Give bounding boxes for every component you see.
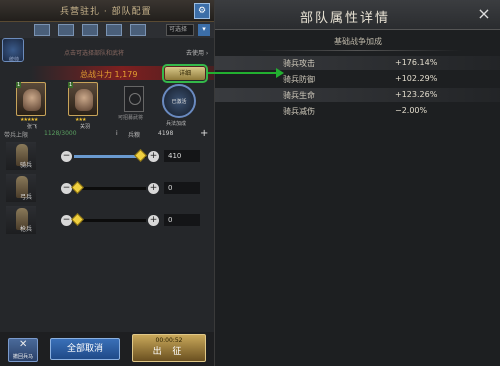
- tab-5[interactable]: [130, 24, 146, 36]
- hero-portrait: [75, 89, 93, 111]
- stat-name: 骑兵攻击: [283, 59, 315, 68]
- orb-text: 已激活: [171, 99, 187, 105]
- filter-select[interactable]: 可选择: [166, 24, 194, 36]
- march-time: 00:00:52: [155, 337, 183, 344]
- info-icon[interactable]: i: [116, 130, 118, 137]
- power-value: 1,179: [114, 70, 138, 79]
- stat-row: 骑兵生命 +123.26%: [215, 88, 500, 102]
- cancel-all-button[interactable]: 全部取消: [50, 338, 120, 360]
- minus-button[interactable]: −: [61, 215, 72, 226]
- section-title: 基础战争加成: [334, 37, 382, 46]
- troop-name: 弓兵: [20, 194, 33, 201]
- troop-limit-count: 1128/3000: [44, 130, 77, 137]
- troop-name: 骑兵: [20, 162, 33, 169]
- stat-row: 骑兵攻击 +176.14%: [215, 56, 500, 70]
- troop-slider[interactable]: [70, 213, 146, 226]
- troop-limit-label: 带兵上限: [4, 132, 29, 139]
- panel-title: 兵营驻扎 · 部队配置: [60, 7, 152, 17]
- food-value: 4198: [158, 130, 174, 137]
- hero-level: 1: [68, 82, 74, 88]
- stat-value: +176.14%: [395, 58, 438, 67]
- empty-slot-label: 可招募武将: [118, 115, 144, 121]
- detail-header: 部队属性详情 ×: [215, 0, 500, 30]
- tab-1[interactable]: [34, 24, 50, 36]
- troop-slider[interactable]: [70, 181, 146, 194]
- hero-card[interactable]: 1: [68, 82, 98, 116]
- troop-unit-image[interactable]: 骑兵: [6, 142, 36, 170]
- hero-level: 1: [16, 82, 22, 88]
- hero-name: 张飞: [27, 124, 38, 130]
- annotation-arrow: [208, 72, 280, 74]
- tab-3[interactable]: [82, 24, 98, 36]
- minus-button[interactable]: −: [61, 183, 72, 194]
- hero-portrait: [23, 89, 41, 111]
- slider-knob[interactable]: [134, 149, 147, 162]
- stat-value: +123.26%: [395, 90, 438, 99]
- stat-name: 骑兵生命: [283, 91, 315, 100]
- troop-slider[interactable]: [74, 149, 147, 162]
- detail-title: 部队属性详情: [299, 11, 390, 26]
- hero-name: 关羽: [80, 124, 91, 130]
- troop-config-panel: 兵营驻扎 · 部队配置 ⚙ 可选择 ▾ 统帅 点击可选择部队和武将 去使用 › …: [0, 0, 214, 366]
- troop-row: 骑兵 − + 410: [0, 142, 214, 172]
- troop-count-input[interactable]: 0: [164, 182, 200, 194]
- emblem-icon: [129, 93, 141, 105]
- attribute-detail-panel: 部队属性详情 × 基础战争加成 骑兵攻击 +176.14% 骑兵防御 +102.…: [214, 0, 500, 366]
- total-power: 总战斗力 1,179: [80, 69, 137, 80]
- commander-label: 统帅: [8, 57, 19, 63]
- close-icon[interactable]: ×: [475, 5, 493, 23]
- slider-knob[interactable]: [70, 213, 84, 226]
- stat-row: 骑兵减伤 −2.00%: [215, 104, 500, 118]
- troop-count-input[interactable]: 0: [164, 214, 200, 226]
- top-bar: 兵营驻扎 · 部队配置 ⚙: [0, 0, 214, 22]
- arrow-head-icon: [276, 68, 284, 78]
- hero-card[interactable]: 1: [16, 82, 46, 116]
- recall-button[interactable]: ✕ 撤回兵马: [8, 338, 38, 362]
- recall-label: 撤回兵马: [12, 354, 33, 360]
- empty-hero-slot[interactable]: [124, 86, 144, 112]
- troop-unit-image[interactable]: 枪兵: [6, 206, 36, 234]
- stat-row: 骑兵防御 +102.29%: [215, 72, 500, 86]
- troop-row: 弓兵 − + 0: [0, 174, 214, 204]
- stat-name: 骑兵防御: [283, 75, 315, 84]
- screen: 兵营驻扎 · 部队配置 ⚙ 可选择 ▾ 统帅 点击可选择部队和武将 去使用 › …: [0, 0, 500, 366]
- troop-unit-image[interactable]: 弓兵: [6, 174, 36, 202]
- march-label: 出 征: [152, 347, 186, 357]
- tab-4[interactable]: [106, 24, 122, 36]
- gear-icon[interactable]: ⚙: [194, 3, 210, 19]
- food-label: 兵粮: [128, 132, 141, 139]
- divider: [255, 50, 461, 51]
- power-label: 总战斗力: [80, 70, 112, 79]
- detail-button[interactable]: 详细: [162, 64, 208, 83]
- plus-button[interactable]: +: [148, 215, 159, 226]
- commander-avatar[interactable]: 统帅: [2, 38, 24, 63]
- minus-button[interactable]: −: [61, 151, 72, 162]
- plus-button[interactable]: +: [148, 151, 159, 162]
- chevron-down-icon[interactable]: ▾: [198, 24, 210, 36]
- tab-2[interactable]: [58, 24, 74, 36]
- swords-icon: ✕: [19, 339, 28, 350]
- orb-label: 兵法加成: [166, 121, 187, 127]
- add-food-button[interactable]: +: [200, 128, 208, 139]
- stat-name: 骑兵减伤: [283, 107, 315, 116]
- stat-value: +102.29%: [395, 74, 438, 83]
- troop-header: 带兵上限 1128/3000 i 兵粮 4198 +: [4, 128, 214, 142]
- use-link[interactable]: 去使用 ›: [186, 48, 208, 57]
- slider-knob[interactable]: [70, 181, 84, 194]
- troop-name: 枪兵: [20, 226, 33, 233]
- hint-text: 点击可选择部队和武将: [64, 50, 125, 57]
- tab-row: 可选择 ▾: [0, 22, 214, 38]
- troop-row: 枪兵 − + 0: [0, 206, 214, 236]
- stat-value: −2.00%: [395, 106, 428, 115]
- skill-orb[interactable]: 已激活: [162, 84, 196, 118]
- troop-count-input[interactable]: 410: [164, 150, 200, 162]
- plus-button[interactable]: +: [148, 183, 159, 194]
- march-button[interactable]: 00:00:52 出 征: [132, 334, 206, 362]
- slider-fill: [74, 155, 141, 158]
